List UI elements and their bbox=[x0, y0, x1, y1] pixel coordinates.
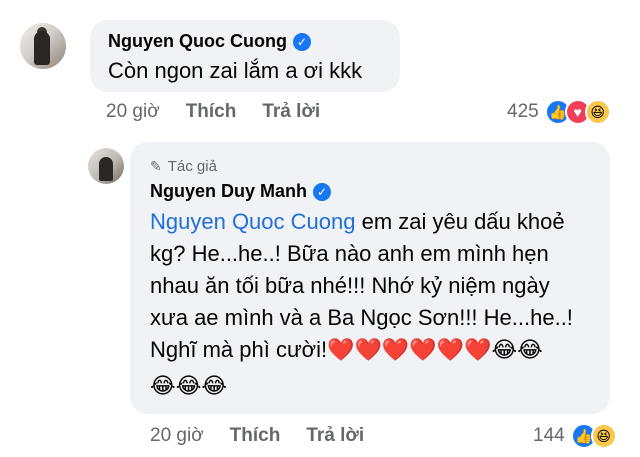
reply-line-1: Nguyen Quoc Cuong em zai yêu dấu khoẻ bbox=[150, 206, 565, 238]
author-badge: ✎ Tác giả bbox=[150, 158, 217, 175]
reply-line-5: Nghĩ mà phì cười!❤️❤️❤️❤️❤️❤️😂😂 bbox=[150, 334, 543, 366]
avatar-nguyen-duy-manh[interactable] bbox=[88, 148, 124, 184]
reply-line-1-text: em zai yêu dấu khoẻ bbox=[355, 209, 565, 234]
laugh-emojis: 😂😂😂 bbox=[150, 373, 228, 398]
reaction-count: 144 bbox=[533, 425, 565, 446]
reply-line-2: kg? He...he..! Bữa nào anh em mình hẹn bbox=[150, 241, 549, 266]
reaction-count: 425 bbox=[507, 101, 539, 122]
mention-link[interactable]: Nguyen Quoc Cuong bbox=[150, 209, 355, 234]
reaction-summary[interactable]: 425 👍 ♥ 😆 bbox=[507, 99, 611, 125]
haha-reaction-icon: 😆 bbox=[584, 99, 611, 125]
avatar-figure bbox=[99, 157, 113, 181]
comment-time[interactable]: 20 giờ bbox=[106, 101, 160, 123]
comment-author-name[interactable]: Nguyen Quoc Cuong bbox=[108, 31, 287, 52]
verified-badge-icon: ✓ bbox=[293, 32, 311, 51]
reply-author-name[interactable]: Nguyen Duy Manh bbox=[150, 181, 307, 202]
haha-reaction-icon: 😆 bbox=[590, 423, 617, 449]
reply-button[interactable]: Trả lời bbox=[306, 425, 364, 447]
reaction-summary[interactable]: 144 👍 😆 bbox=[533, 423, 617, 449]
author-badge-label: Tác giả bbox=[167, 158, 217, 175]
reply-line-5-text: Nghĩ mà phì cười! bbox=[150, 337, 328, 362]
reply-author-row: Nguyen Duy Manh ✓ bbox=[150, 181, 332, 202]
reply-time[interactable]: 20 giờ bbox=[150, 425, 204, 447]
verified-badge-icon: ✓ bbox=[313, 182, 332, 201]
avatar-figure bbox=[34, 31, 50, 65]
reply-button[interactable]: Trả lời bbox=[262, 101, 320, 123]
reply-line-3: nhau ăn tối bữa nhé!!! Nhớ kỷ niệm ngày bbox=[150, 273, 550, 298]
avatar-nguyen-quoc-cuong[interactable] bbox=[20, 23, 66, 69]
comment-actions: 20 giờ Thích Trả lời bbox=[106, 101, 320, 123]
author-pen-icon: ✎ bbox=[150, 158, 162, 174]
comment-text: Còn ngon zai lắm a ơi kkk bbox=[108, 58, 363, 83]
comment-author-row: Nguyen Quoc Cuong ✓ bbox=[108, 31, 311, 52]
like-button[interactable]: Thích bbox=[230, 425, 281, 447]
reply-actions: 20 giờ Thích Trả lời bbox=[150, 425, 364, 447]
reply-line-4: xưa ae mình và a Ba Ngọc Sơn!!! He...he.… bbox=[150, 305, 573, 330]
heart-laugh-emojis: ❤️❤️❤️❤️❤️❤️😂😂 bbox=[327, 337, 543, 362]
like-button[interactable]: Thích bbox=[186, 101, 237, 123]
